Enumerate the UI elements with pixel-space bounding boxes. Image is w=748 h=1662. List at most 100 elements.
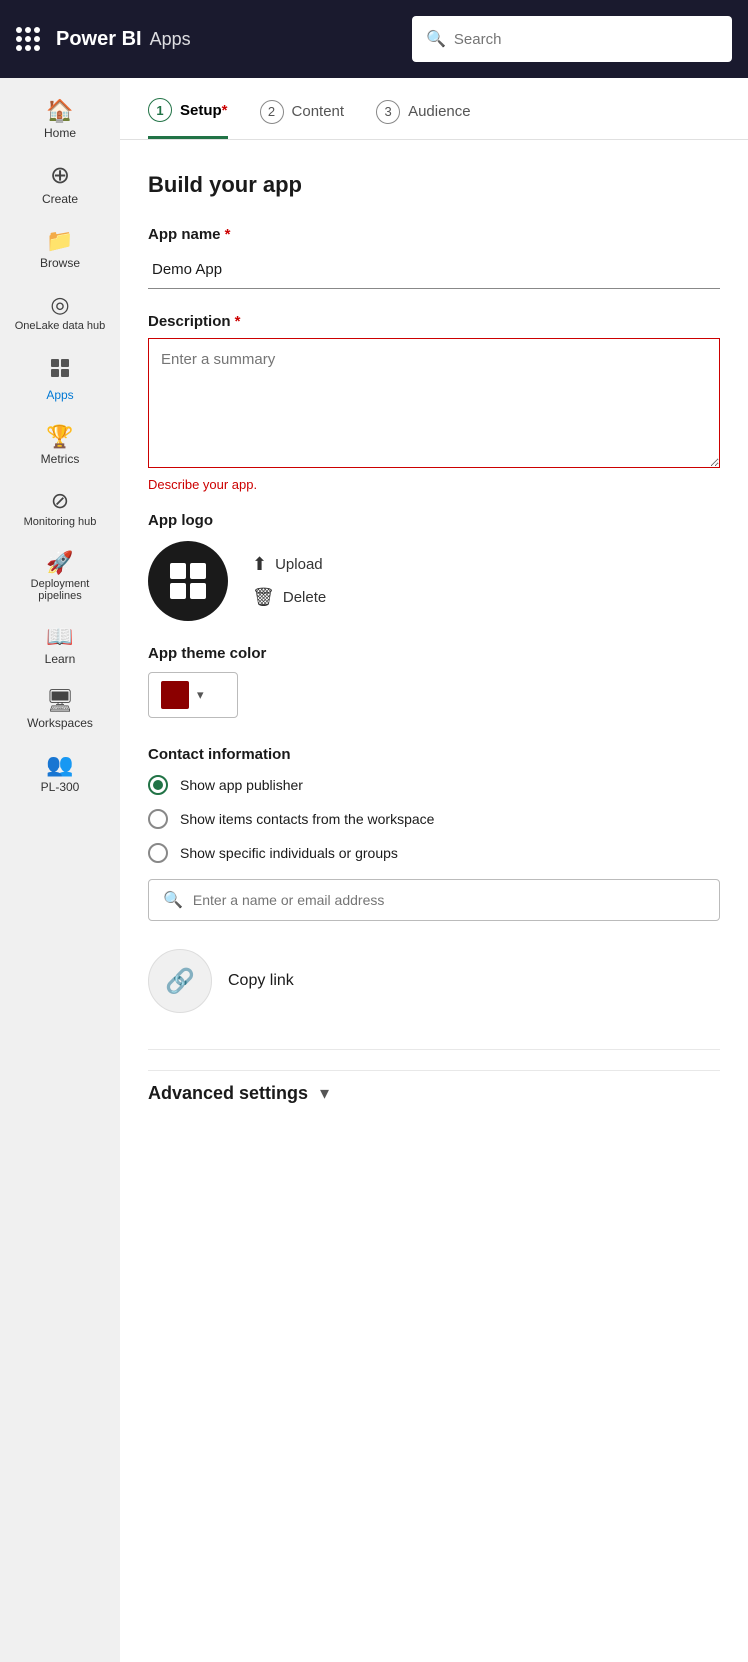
radio-individuals-label: Show specific individuals or groups <box>180 845 398 861</box>
color-swatch <box>161 681 189 709</box>
metrics-icon: 🏆 <box>46 426 73 448</box>
sidebar-item-pl300[interactable]: 👥 PL-300 <box>0 744 120 804</box>
radio-publisher-circle <box>148 775 168 795</box>
brand-section: Apps <box>150 29 191 50</box>
sidebar-item-metrics[interactable]: 🏆 Metrics <box>0 416 120 476</box>
description-field: Description * Describe your app. <box>148 313 720 492</box>
theme-color-label: App theme color <box>148 645 720 662</box>
radio-publisher-label: Show app publisher <box>180 777 303 793</box>
sidebar-label-workspaces: Workspaces <box>27 716 93 730</box>
monitoring-icon: ⊘ <box>51 490 69 512</box>
contact-search-input[interactable] <box>193 892 705 908</box>
tab-content[interactable]: 2 Content <box>260 100 345 138</box>
sidebar-item-deployment[interactable]: 🚀 Deployment pipelines <box>0 542 120 612</box>
app-logo-label: App logo <box>148 512 720 529</box>
sidebar-item-browse[interactable]: 📁 Browse <box>0 220 120 280</box>
tab-setup[interactable]: 1 Setup* <box>148 98 228 139</box>
link-icon: 🔗 <box>165 967 195 996</box>
upload-icon: ⬆ <box>252 554 267 575</box>
tab-content-number: 2 <box>260 100 284 124</box>
sidebar: 🏠 Home ⊕ Create 📁 Browse ◎ OneLake data … <box>0 78 120 1662</box>
sidebar-label-deployment: Deployment pipelines <box>8 578 112 602</box>
contact-section: Contact information Show app publisher S… <box>148 746 720 921</box>
app-logo-section: App logo ⬆ Upload <box>148 512 720 621</box>
sidebar-label-learn: Learn <box>45 652 76 666</box>
radio-individuals[interactable]: Show specific individuals or groups <box>148 843 720 863</box>
page-title: Build your app <box>148 172 720 198</box>
learn-icon: 📖 <box>46 626 73 648</box>
sidebar-label-browse: Browse <box>40 256 80 270</box>
sidebar-label-pl300: PL-300 <box>41 780 80 794</box>
tab-setup-number: 1 <box>148 98 172 122</box>
pl300-icon: 👥 <box>46 754 73 776</box>
delete-label: Delete <box>283 589 326 606</box>
sidebar-item-learn[interactable]: 📖 Learn <box>0 616 120 676</box>
brand-name: Power BI <box>56 28 142 51</box>
sidebar-item-home[interactable]: 🏠 Home <box>0 90 120 150</box>
onelake-icon: ◎ <box>50 294 69 316</box>
logo-actions: ⬆ Upload 🗑 Delete <box>252 554 326 608</box>
sidebar-item-monitoring[interactable]: ⊘ Monitoring hub <box>0 480 120 538</box>
radio-group: Show app publisher Show items contacts f… <box>148 775 720 863</box>
app-name-input[interactable] <box>148 251 720 289</box>
sidebar-label-home: Home <box>44 126 76 140</box>
sidebar-label-create: Create <box>42 192 78 206</box>
description-input[interactable] <box>148 338 720 468</box>
copy-link-label: Copy link <box>228 972 294 990</box>
main-content: 1 Setup* 2 Content 3 Audience Build your… <box>120 78 748 1662</box>
brand-logo: Power BI Apps <box>56 28 191 51</box>
tab-bar: 1 Setup* 2 Content 3 Audience <box>120 78 748 140</box>
sidebar-label-monitoring: Monitoring hub <box>24 516 97 528</box>
app-name-label: App name * <box>148 226 720 243</box>
contact-search-icon: 🔍 <box>163 890 183 910</box>
radio-workspace-label: Show items contacts from the workspace <box>180 811 434 827</box>
search-icon: 🔍 <box>426 29 446 49</box>
tab-content-label: Content <box>292 103 345 120</box>
divider <box>148 1049 720 1050</box>
color-picker-button[interactable]: ▾ <box>148 672 238 718</box>
advanced-settings-toggle[interactable]: Advanced settings ▾ <box>148 1070 720 1104</box>
tab-audience-label: Audience <box>408 103 471 120</box>
sidebar-item-onelake[interactable]: ◎ OneLake data hub <box>0 284 120 342</box>
workspaces-icon: 🖥 <box>46 690 74 712</box>
color-chevron-icon: ▾ <box>197 687 204 703</box>
app-logo-preview <box>148 541 228 621</box>
home-icon: 🏠 <box>46 100 73 122</box>
apps-icon <box>48 356 72 384</box>
sidebar-item-workspaces[interactable]: 🖥 Workspaces <box>0 680 120 740</box>
tab-audience[interactable]: 3 Audience <box>376 100 471 138</box>
radio-individuals-circle <box>148 843 168 863</box>
copy-link-button[interactable]: 🔗 <box>148 949 212 1013</box>
advanced-chevron-icon: ▾ <box>320 1083 329 1104</box>
topbar: Power BI Apps 🔍 <box>0 0 748 78</box>
search-box[interactable]: 🔍 <box>412 16 732 62</box>
radio-workspace-circle <box>148 809 168 829</box>
tab-setup-label: Setup* <box>180 102 228 119</box>
sidebar-label-metrics: Metrics <box>41 452 80 466</box>
delete-button[interactable]: 🗑 Delete <box>252 587 326 608</box>
sidebar-item-create[interactable]: ⊕ Create <box>0 154 120 216</box>
form-content: Build your app App name * Description * … <box>120 140 748 1136</box>
app-name-field: App name * <box>148 226 720 313</box>
sidebar-label-apps: Apps <box>46 388 73 402</box>
radio-publisher[interactable]: Show app publisher <box>148 775 720 795</box>
logo-row: ⬆ Upload 🗑 Delete <box>148 541 720 621</box>
sidebar-label-onelake: OneLake data hub <box>15 320 106 332</box>
copy-link-section: 🔗 Copy link <box>148 949 720 1013</box>
app-launcher-button[interactable] <box>16 27 40 51</box>
sidebar-item-apps[interactable]: Apps <box>0 346 120 412</box>
upload-label: Upload <box>275 556 323 573</box>
tab-audience-number: 3 <box>376 100 400 124</box>
browse-icon: 📁 <box>46 230 73 252</box>
upload-button[interactable]: ⬆ Upload <box>252 554 326 575</box>
description-label: Description * <box>148 313 720 330</box>
deployment-icon: 🚀 <box>46 552 73 574</box>
radio-workspace[interactable]: Show items contacts from the workspace <box>148 809 720 829</box>
search-input[interactable] <box>454 31 718 48</box>
contact-search-box[interactable]: 🔍 <box>148 879 720 921</box>
advanced-settings-label: Advanced settings <box>148 1083 308 1104</box>
delete-icon: 🗑 <box>252 587 275 608</box>
theme-color-section: App theme color ▾ <box>148 645 720 718</box>
create-icon: ⊕ <box>50 164 70 188</box>
description-error: Describe your app. <box>148 477 720 492</box>
